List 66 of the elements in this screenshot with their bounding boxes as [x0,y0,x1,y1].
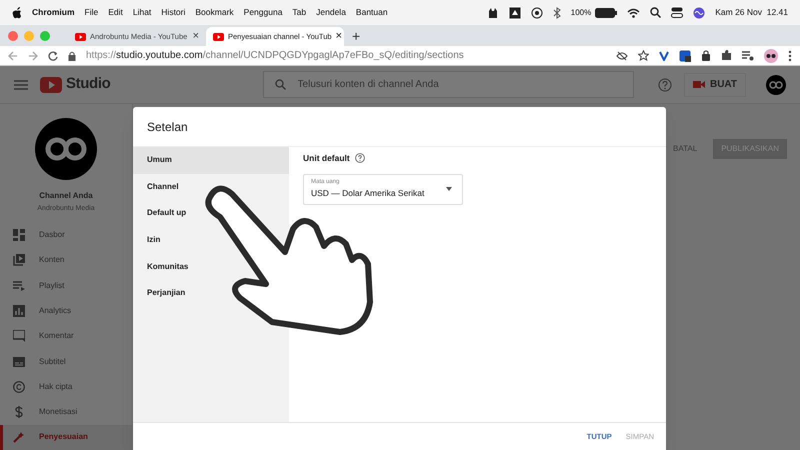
account-avatar-icon[interactable] [766,74,786,94]
menu-item[interactable]: File [84,6,98,19]
siri-icon[interactable] [693,6,706,18]
search-field[interactable]: Telusuri konten di channel Anda [262,71,634,98]
settings-nav-item[interactable]: Default up [133,200,190,227]
channel-title: Channel Anda [39,190,93,202]
channel-avatar[interactable] [35,118,97,180]
puzzle-icon[interactable] [721,50,732,61]
youtube-icon [213,32,224,40]
bar-chart-icon [13,304,25,317]
section-title: Unit default [303,152,350,165]
dashboard-icon [13,229,25,242]
dropdown-caret-icon [446,187,452,192]
create-button[interactable]: BUAT [684,72,746,96]
settings-nav-item[interactable]: Channel [133,174,183,200]
record-icon[interactable] [530,6,543,18]
menu-item[interactable]: Jendela [316,6,346,19]
youtube-icon [75,32,86,40]
extension-badge-icon[interactable] [679,50,691,62]
battery-percent: 100% [570,6,592,18]
new-tab-button[interactable]: + [352,28,360,42]
menu-item[interactable]: Bantuan [356,6,388,19]
magic-wand-icon [13,431,25,444]
menubar-clock[interactable]: Kam 26 Nov 12.41 [715,6,788,19]
menu-item[interactable]: Histori [161,6,186,19]
tab-close-button[interactable]: × [192,31,199,42]
settings-nav-item[interactable]: Izin [133,226,164,254]
wifi-icon[interactable] [627,8,640,18]
video-camera-icon [692,80,705,89]
tab-close-button[interactable]: × [336,31,342,42]
menu-item[interactable]: Lihat [132,6,152,19]
search-icon [274,79,286,90]
extension-lock-icon[interactable] [701,50,711,61]
dropdown-value: USD — Dolar Amerika Serikat [311,187,426,200]
apple-logo-icon [12,6,22,18]
more-menu-icon[interactable] [788,50,792,62]
settings-nav-item[interactable]: Komunitas [133,253,192,280]
menu-icon[interactable] [14,80,28,90]
star-icon[interactable] [638,50,649,61]
media-queue-icon[interactable] [742,50,754,60]
copyright-icon [13,380,25,393]
settings-nav-item[interactable]: Perjanjian [133,280,190,307]
playlist-icon [13,280,25,292]
comment-icon [13,330,25,342]
subtitles-icon [13,356,25,368]
search-icon[interactable] [650,7,662,18]
studio-logo-text[interactable]: Studio [66,73,110,96]
menu-item[interactable]: Tab [292,6,306,19]
bluetooth-icon[interactable] [552,6,561,18]
studio-logo-icon[interactable] [40,76,62,92]
battery-icon [595,8,618,18]
extension-v-icon[interactable] [659,50,669,60]
settings-nav-item[interactable]: Umum [133,147,289,174]
reload-icon[interactable] [48,50,58,60]
lock-icon [68,50,76,60]
eye-off-icon[interactable] [616,50,628,60]
app-name[interactable]: Chromium [32,6,74,19]
menu-item[interactable]: Pengguna [244,6,282,19]
help-icon[interactable] [354,153,365,164]
control-center-icon[interactable] [671,7,684,18]
menu-item[interactable]: Edit [108,6,123,19]
video-library-icon [13,254,25,266]
profile-avatar-icon[interactable] [764,48,778,62]
dollar-icon [13,406,25,418]
dialog-title: Setelan [147,118,188,136]
menu-item[interactable]: Bookmark [195,6,234,19]
